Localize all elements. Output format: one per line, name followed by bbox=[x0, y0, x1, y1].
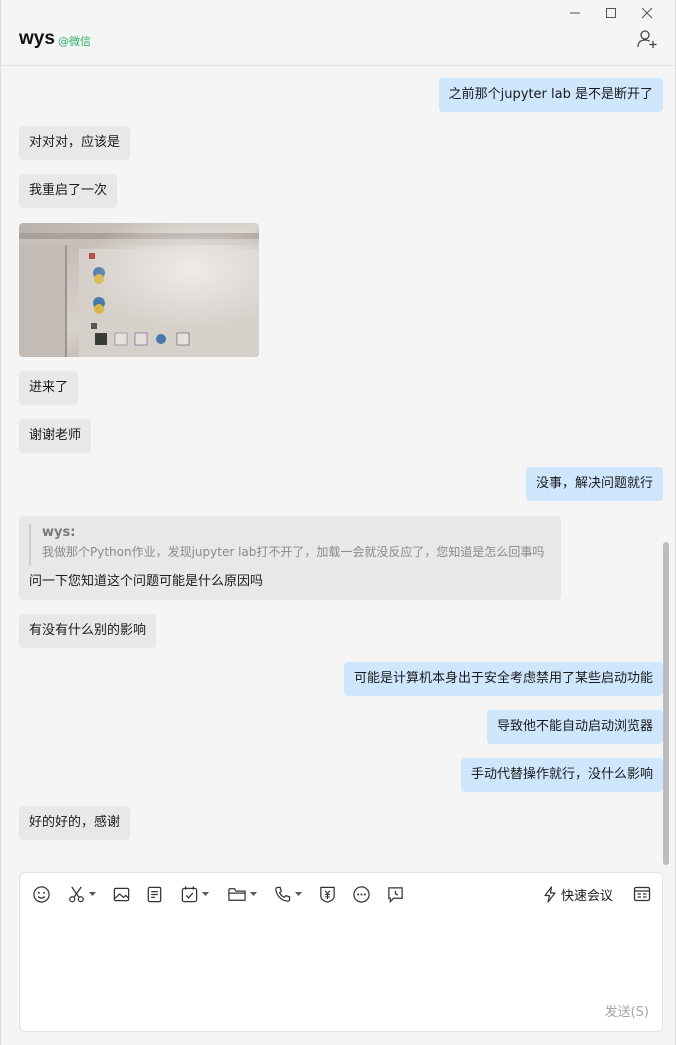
scrollbar-thumb[interactable] bbox=[663, 542, 669, 865]
message-bubble-other[interactable]: 谢谢老师 bbox=[19, 419, 92, 453]
contact-name[interactable]: wys bbox=[19, 28, 55, 50]
message-bubble-self[interactable]: 导致他不能自动启动浏览器 bbox=[486, 710, 663, 744]
message-row-self: 导致他不能自动启动浏览器 bbox=[486, 710, 663, 744]
minimize-icon bbox=[570, 12, 580, 14]
message-bubble-self[interactable]: 没事，解决问题就行 bbox=[525, 467, 663, 501]
quick-meeting-button[interactable]: 快速会议 bbox=[543, 884, 613, 904]
message-row-other: 有没有什么别的影响 bbox=[19, 614, 157, 648]
message-row-self: 可能是计算机本身出于安全考虑禁用了某些启动功能 bbox=[343, 662, 663, 696]
emoji-icon bbox=[33, 885, 50, 903]
file-icon bbox=[147, 886, 162, 902]
chat-header: wys @微信 bbox=[1, 0, 675, 66]
message-bubble-self[interactable]: 可能是计算机本身出于安全考虑禁用了某些启动功能 bbox=[343, 662, 663, 696]
image-button[interactable] bbox=[112, 884, 131, 904]
add-member-button[interactable] bbox=[636, 28, 658, 50]
scissors-icon bbox=[69, 886, 84, 902]
message-row-self: 手动代替操作就行，没什么影响 bbox=[460, 758, 663, 792]
message-row-other: 好的好的，感谢 bbox=[19, 806, 131, 840]
more-button[interactable] bbox=[352, 884, 371, 904]
message-bubble-other[interactable]: 有没有什么别的影响 bbox=[19, 614, 157, 648]
message-bubble-other[interactable]: 对对对，应该是 bbox=[19, 126, 131, 160]
add-user-icon bbox=[637, 30, 657, 48]
message-row-self: 没事，解决问题就行 bbox=[525, 467, 663, 501]
folder-button[interactable] bbox=[227, 884, 257, 904]
quoted-reply-bubble[interactable]: wys: 我做那个Python作业，发现jupyter lab打不开了，加载一会… bbox=[19, 516, 561, 600]
chat-history-button[interactable] bbox=[632, 884, 652, 904]
send-button[interactable]: 发送(S) bbox=[605, 1001, 649, 1020]
contact-source-tag: @微信 bbox=[58, 35, 91, 48]
chevron-down-icon[interactable] bbox=[89, 891, 96, 897]
message-bubble-other[interactable]: 我重启了一次 bbox=[19, 174, 118, 208]
chevron-down-icon[interactable] bbox=[202, 891, 209, 897]
red-packet-icon bbox=[320, 886, 335, 903]
emoji-button[interactable] bbox=[32, 884, 51, 904]
composer-toolbar: 快速会议 bbox=[20, 873, 662, 913]
message-row-other: 对对对，应该是 bbox=[19, 126, 131, 160]
message-bubble-self[interactable]: 之前那个jupyter lab 是不是断开了 bbox=[438, 78, 663, 112]
task-button[interactable] bbox=[180, 884, 209, 904]
image-icon bbox=[113, 887, 130, 901]
message-composer: 快速会议 发送(S) bbox=[19, 872, 663, 1032]
message-list[interactable]: 之前那个jupyter lab 是不是断开了 对对对，应该是 我重启了一次 进来… bbox=[1, 67, 663, 862]
chevron-down-icon[interactable] bbox=[295, 891, 302, 897]
message-row-other: 进来了 bbox=[19, 371, 79, 405]
task-icon bbox=[181, 885, 198, 902]
file-button[interactable] bbox=[145, 884, 164, 904]
close-button[interactable] bbox=[629, 4, 665, 22]
call-button[interactable] bbox=[273, 884, 302, 904]
message-bubble-other[interactable]: 好的好的，感谢 bbox=[19, 806, 131, 840]
schedule-icon bbox=[388, 886, 403, 903]
message-scrollbar[interactable] bbox=[663, 67, 669, 865]
message-bubble-self[interactable]: 手动代替操作就行，没什么影响 bbox=[460, 758, 663, 792]
maximize-icon bbox=[606, 8, 616, 18]
phone-icon bbox=[275, 886, 291, 902]
message-row-other: 我重启了一次 bbox=[19, 174, 118, 208]
quote-author: wys: bbox=[42, 525, 76, 540]
screenshot-button[interactable] bbox=[67, 884, 96, 904]
image-message[interactable] bbox=[19, 223, 259, 357]
message-row-other: 谢谢老师 bbox=[19, 419, 92, 453]
quote-block[interactable]: wys: 我做那个Python作业，发现jupyter lab打不开了，加载一会… bbox=[29, 524, 544, 566]
quick-meeting-label: 快速会议 bbox=[561, 888, 614, 904]
chat-history-icon bbox=[633, 886, 651, 902]
message-input[interactable] bbox=[32, 917, 650, 997]
lightning-icon bbox=[544, 885, 556, 903]
chevron-down-icon[interactable] bbox=[250, 891, 257, 897]
close-icon bbox=[641, 7, 653, 19]
quote-text: 我做那个Python作业，发现jupyter lab打不开了，加载一会就没反应了… bbox=[42, 545, 545, 559]
chat-window: wys @微信 之前那个jupyter lab 是不是断开了 对对对，应该是 我… bbox=[0, 0, 676, 1045]
message-bubble-other[interactable]: 进来了 bbox=[19, 371, 79, 405]
schedule-button[interactable] bbox=[386, 884, 405, 904]
minimize-button[interactable] bbox=[557, 4, 593, 22]
transfer-button[interactable] bbox=[318, 884, 337, 904]
folder-icon bbox=[228, 887, 246, 901]
message-row-self: 之前那个jupyter lab 是不是断开了 bbox=[438, 78, 663, 112]
photo-thumbnail bbox=[19, 223, 259, 357]
window-controls bbox=[557, 4, 665, 22]
maximize-button[interactable] bbox=[593, 4, 629, 22]
more-icon bbox=[353, 885, 370, 903]
reply-text: 问一下您知道这个问题可能是什么原因吗 bbox=[29, 574, 264, 589]
